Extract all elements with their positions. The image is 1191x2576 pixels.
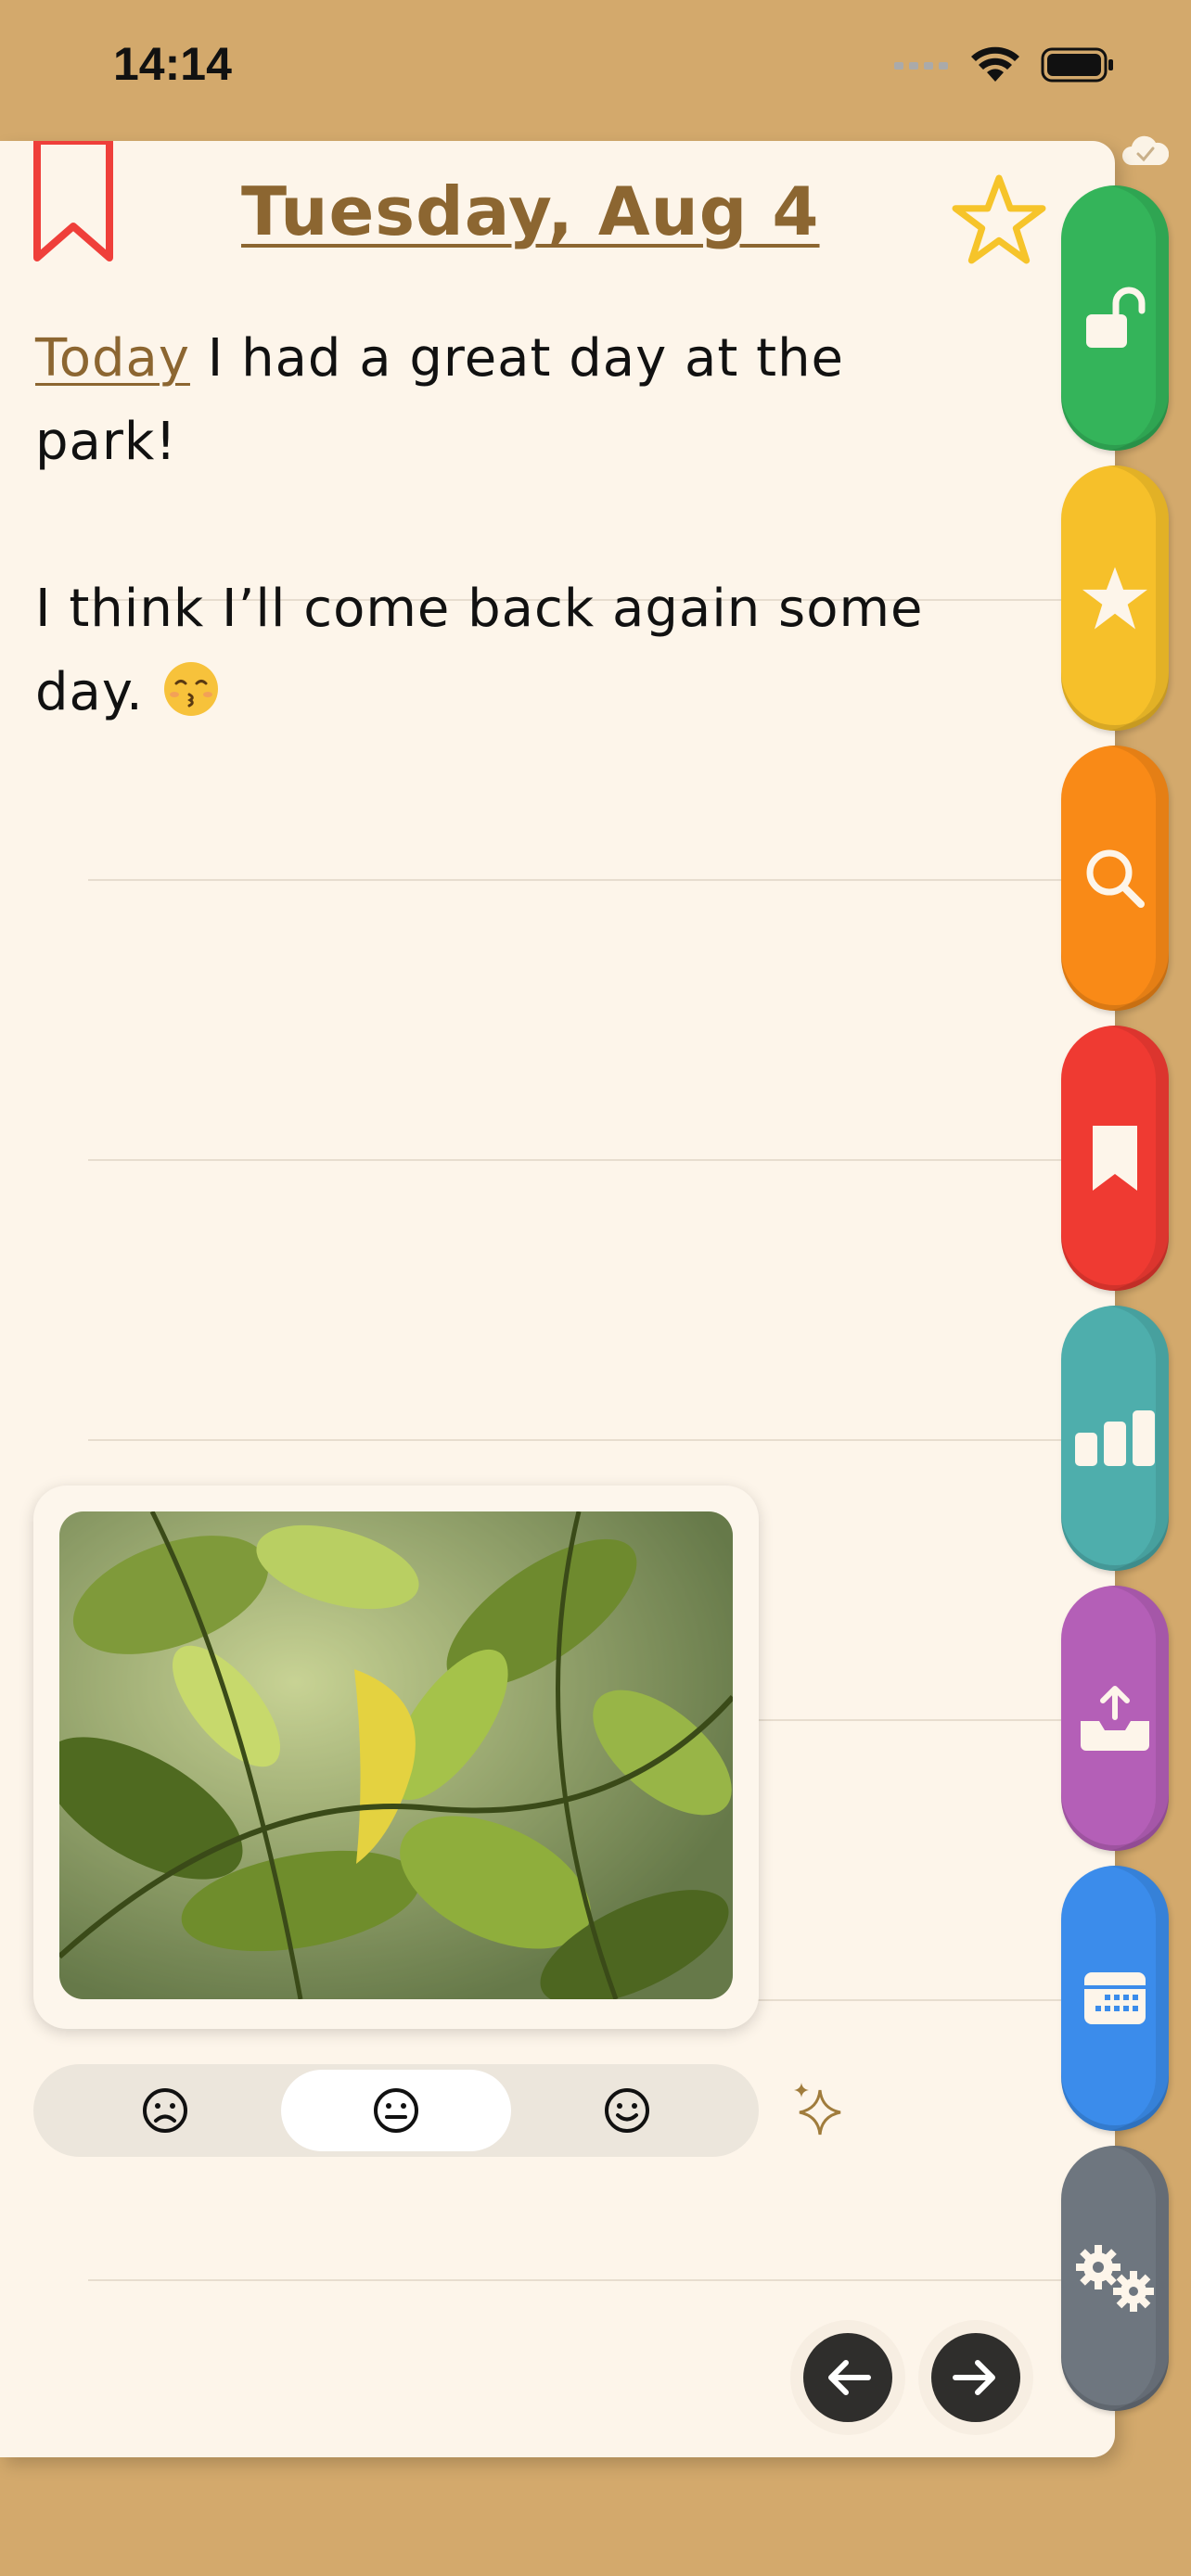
- ruled-line: [88, 1159, 1115, 1161]
- mood-sad-option[interactable]: [50, 2070, 280, 2151]
- tab-bookmarks[interactable]: [1061, 1026, 1169, 1291]
- battery-icon: [1041, 47, 1113, 83]
- star-tab-icon: [1082, 567, 1147, 630]
- search-icon: [1086, 849, 1145, 908]
- tab-favorites[interactable]: [1061, 465, 1169, 731]
- status-bar: 14:14: [0, 0, 1191, 139]
- bookmark-tab-icon: [1093, 1126, 1137, 1191]
- signal-icon: [894, 62, 948, 70]
- tab-stats[interactable]: [1061, 1306, 1169, 1571]
- happy-face-icon: [605, 2088, 649, 2133]
- mood-selector: [33, 2064, 759, 2157]
- gears-icon: [1076, 2245, 1154, 2312]
- calendar-icon: [1084, 1972, 1146, 2024]
- photo-card[interactable]: [33, 1486, 759, 2029]
- mood-neutral-option[interactable]: [281, 2070, 511, 2151]
- right-arrow-icon: [953, 2360, 995, 2395]
- date-title[interactable]: Tuesday, Aug 4: [241, 172, 835, 250]
- cloud-check-icon: [1122, 135, 1169, 165]
- entry-photo[interactable]: [59, 1511, 733, 1999]
- mood-happy-option[interactable]: [512, 2070, 742, 2151]
- unlock-icon: [1086, 287, 1146, 348]
- bookmark-icon[interactable]: [32, 141, 115, 265]
- entry-text[interactable]: Today I had a great day at the park! I t…: [35, 317, 963, 734]
- journal-page: Tuesday, Aug 4 Today I had a great day a…: [0, 141, 1115, 2457]
- star-icon[interactable]: [952, 172, 1046, 267]
- left-arrow-icon: [828, 2360, 871, 2395]
- tab-settings[interactable]: [1061, 2146, 1169, 2411]
- today-link[interactable]: Today: [35, 328, 190, 389]
- next-entry-button[interactable]: [918, 2320, 1033, 2435]
- leaves-photo-image: [59, 1511, 733, 1999]
- bar-chart-icon: [1075, 1410, 1155, 1466]
- ruled-line: [88, 2279, 1115, 2281]
- ruled-line: [88, 879, 1115, 881]
- kissing-face-emoji-icon: [163, 662, 218, 716]
- export-tray-icon: [1081, 1686, 1149, 1751]
- wifi-icon: [971, 46, 1019, 82]
- previous-entry-button[interactable]: [790, 2320, 905, 2435]
- tab-export[interactable]: [1061, 1586, 1169, 1851]
- ruled-line: [88, 1439, 1115, 1441]
- tab-lock[interactable]: [1061, 185, 1169, 451]
- tab-search[interactable]: [1061, 746, 1169, 1011]
- status-time: 14:14: [113, 38, 232, 90]
- neutral-face-icon: [374, 2088, 418, 2133]
- status-icons: [894, 46, 1115, 83]
- sad-face-icon: [143, 2088, 187, 2133]
- tab-calendar[interactable]: [1061, 1866, 1169, 2131]
- mood-sparkles-icon[interactable]: [787, 2077, 852, 2142]
